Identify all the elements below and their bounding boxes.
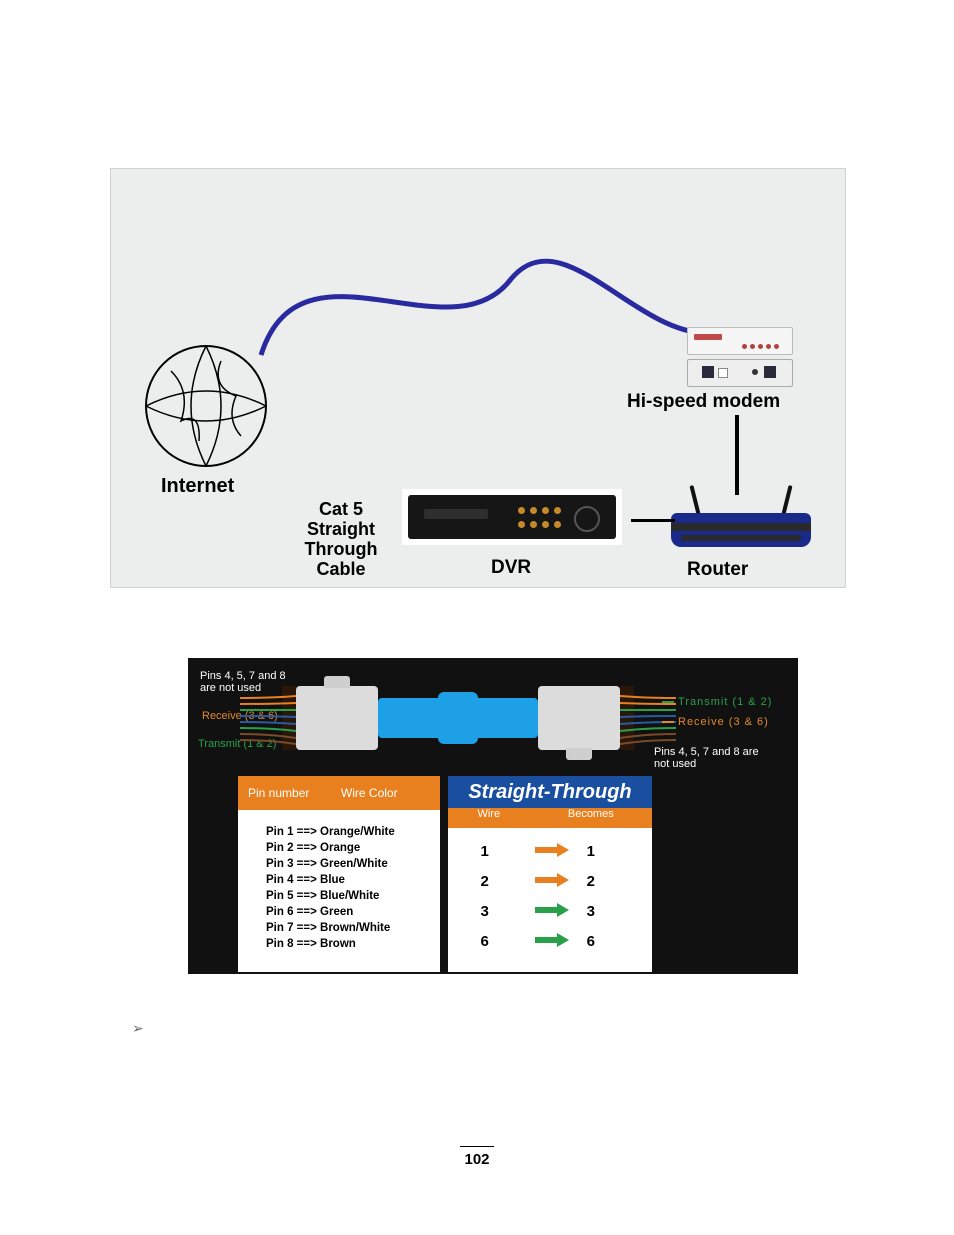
label-modem: Hi-speed modem: [627, 391, 780, 413]
wire-fan-left: [240, 692, 296, 746]
modem-top-icon: [687, 327, 793, 355]
note-pins-unused-left: Pins 4, 5, 7 and 8 are not used: [200, 670, 290, 694]
st-wire: 6: [448, 933, 521, 950]
network-topology-figure: Internet Cat 5 Straight Through Cable Hi…: [110, 168, 846, 588]
st-row: 11: [448, 836, 652, 866]
rj45-plug-left-icon: [296, 686, 378, 750]
arrow-icon: [521, 933, 582, 950]
st-col-wire: Wire: [448, 808, 530, 828]
pin-row: Pin 5 ==> Blue/White: [266, 888, 440, 904]
note-pins-unused-right: Pins 4, 5, 7 and 8 are not used: [654, 746, 774, 770]
straight-through-cable-figure: Pins 4, 5, 7 and 8 are not used Receive …: [188, 658, 798, 974]
st-becomes: 1: [583, 843, 652, 860]
label-router: Router: [687, 559, 748, 581]
st-wire: 1: [448, 843, 521, 860]
label-cat5-cable: Cat 5 Straight Through Cable: [271, 499, 411, 579]
modem-bottom-icon: [687, 359, 793, 387]
pin-row: Pin 3 ==> Green/White: [266, 856, 440, 872]
wire-modem-router: [735, 415, 739, 495]
rj45-plug-right-icon: [538, 686, 620, 750]
cat5-line2: Straight Through: [305, 519, 378, 559]
st-row: 33: [448, 896, 652, 926]
wire-dvr-router: [631, 519, 675, 522]
pin-header-number: Pin number: [238, 786, 341, 800]
pin-color-header: Pin number Wire Color: [238, 776, 440, 810]
cable-pinout-strip: Pins 4, 5, 7 and 8 are not used Receive …: [188, 658, 798, 776]
st-row: 66: [448, 926, 652, 956]
st-row: 22: [448, 866, 652, 896]
pin-row: Pin 7 ==> Brown/White: [266, 920, 440, 936]
st-wire: 2: [448, 873, 521, 890]
st-wire: 3: [448, 903, 521, 920]
arrow-icon: [521, 903, 582, 920]
cat5-line1: Cat 5: [319, 499, 363, 519]
arrow-icon: [521, 873, 582, 890]
pin-row: Pin 8 ==> Brown: [266, 936, 440, 952]
pin-row: Pin 2 ==> Orange: [266, 840, 440, 856]
pin-header-color: Wire Color: [341, 786, 440, 800]
st-becomes: 2: [583, 873, 652, 890]
label-dvr: DVR: [491, 557, 531, 579]
page: Internet Cat 5 Straight Through Cable Hi…: [0, 0, 954, 1235]
dvr-icon: [402, 489, 622, 545]
st-becomes: 6: [583, 933, 652, 950]
straight-through-subheader: Wire Becomes: [448, 808, 652, 828]
straight-through-table: Straight-Through Wire Becomes 11223366: [448, 776, 652, 972]
straight-through-rows: 11223366: [448, 828, 652, 964]
st-becomes: 3: [583, 903, 652, 920]
label-internet: Internet: [161, 475, 234, 498]
pin-row: Pin 4 ==> Blue: [266, 872, 440, 888]
arrow-icon: [521, 843, 582, 860]
pin-color-body: Pin 1 ==> Orange/White Pin 2 ==> Orange …: [238, 810, 440, 952]
cat5-line3: Cable: [316, 559, 365, 579]
label-receive-right: Receive (3 & 6): [662, 716, 769, 728]
page-number-container: 102: [0, 1146, 954, 1169]
label-transmit-right: Transmit (1 & 2): [662, 696, 772, 708]
router-icon: [671, 495, 811, 555]
cable-body-icon: [378, 698, 538, 738]
pin-color-table: Pin number Wire Color Pin 1 ==> Orange/W…: [238, 776, 440, 972]
pin-row: Pin 6 ==> Green: [266, 904, 440, 920]
st-col-becomes: Becomes: [530, 808, 652, 828]
straight-through-title: Straight-Through: [448, 776, 652, 808]
bullet-arrow-icon: ➢: [132, 1020, 144, 1037]
pin-row: Pin 1 ==> Orange/White: [266, 824, 440, 840]
globe-icon: [141, 341, 271, 471]
page-number: 102: [460, 1146, 494, 1168]
